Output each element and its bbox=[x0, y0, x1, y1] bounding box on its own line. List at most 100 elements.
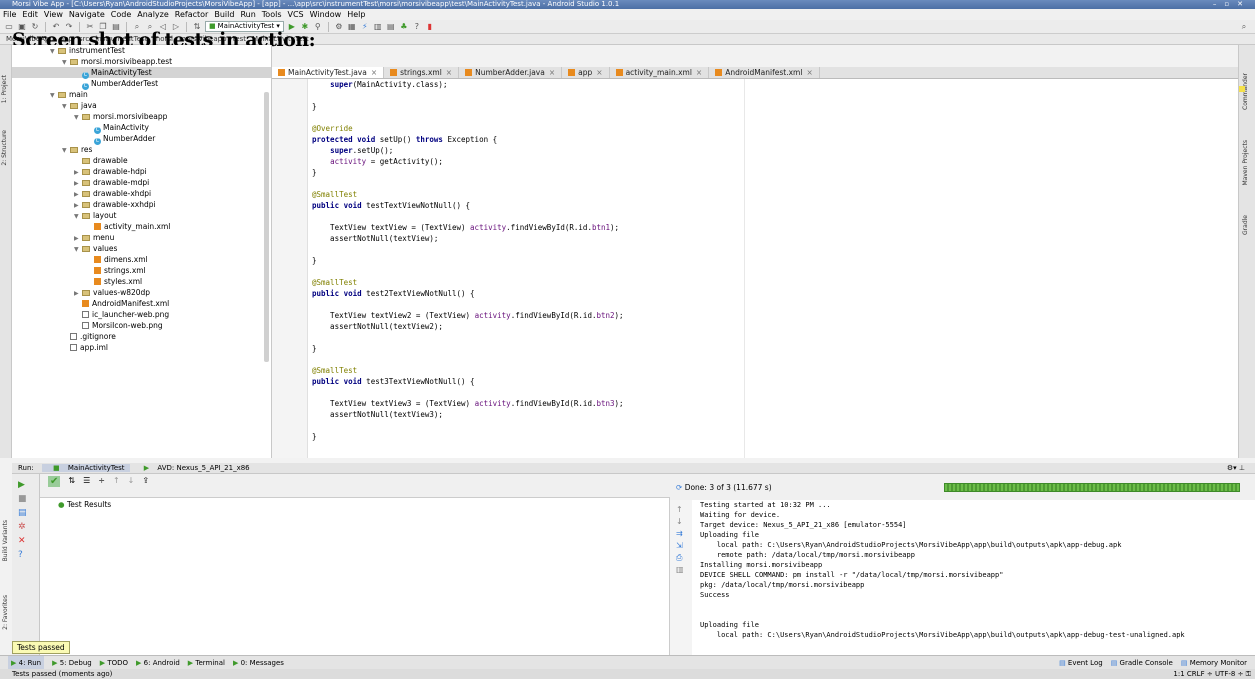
window-controls[interactable]: –▫✕ bbox=[1213, 0, 1251, 9]
tree-item[interactable]: AndroidManifest.xml bbox=[12, 298, 271, 309]
down-arrow-icon[interactable]: ↓ bbox=[676, 516, 686, 528]
tree-item[interactable]: ▼ java bbox=[12, 100, 271, 111]
expand-all-icon[interactable]: ☰ bbox=[83, 476, 90, 485]
tree-item[interactable]: C MainActivity bbox=[12, 122, 271, 134]
tree-item[interactable]: ▼ layout bbox=[12, 210, 271, 221]
tree-item[interactable]: ▶ menu bbox=[12, 232, 271, 243]
tree-item[interactable]: app.iml bbox=[12, 342, 271, 353]
tree-item[interactable]: ▶ values-w820dp bbox=[12, 287, 271, 298]
test-results-root[interactable]: ● Test Results bbox=[40, 498, 669, 512]
sdk-manager-icon[interactable]: ▦ bbox=[347, 22, 357, 32]
tree-item[interactable]: ▼ instrumentTest bbox=[12, 45, 271, 56]
menu-item-vcs[interactable]: VCS bbox=[288, 10, 304, 19]
layout-icon[interactable]: ▤ bbox=[18, 506, 33, 520]
close-tab-icon[interactable]: × bbox=[549, 68, 555, 77]
tree-item[interactable]: dimens.xml bbox=[12, 254, 271, 265]
rerun-icon[interactable]: ▶ bbox=[18, 478, 33, 492]
tree-item[interactable]: ▶ drawable-xhdpi bbox=[12, 188, 271, 199]
menu-item-edit[interactable]: Edit bbox=[22, 10, 38, 19]
bottom-tool-button[interactable]: ▶ Terminal bbox=[188, 656, 225, 670]
bottom-tool-button[interactable]: ▶ 6: Android bbox=[136, 656, 180, 670]
close-tab-icon[interactable]: × bbox=[806, 68, 812, 77]
editor-tab[interactable]: MainActivityTest.java × bbox=[272, 67, 385, 78]
project-structure-icon[interactable]: ⚙ bbox=[334, 22, 344, 32]
editor-tab[interactable]: app × bbox=[562, 67, 610, 78]
build-variants-tool-tab[interactable]: Build Variants bbox=[2, 520, 9, 561]
bottom-tool-button[interactable]: ▶ 0: Messages bbox=[233, 656, 284, 670]
gradle-tool-tab[interactable]: Gradle bbox=[1242, 215, 1249, 235]
bottom-tool-button[interactable]: ▶ 4: Run bbox=[8, 656, 45, 670]
project-tool-tab[interactable]: 1: Project bbox=[1, 75, 8, 103]
bottom-tool-button[interactable]: ▶ TODO bbox=[100, 656, 128, 670]
tree-item[interactable]: ▼ morsi.morsivibeapp.test bbox=[12, 56, 271, 67]
project-scrollbar[interactable] bbox=[264, 92, 269, 362]
bottom-right-button[interactable]: ▤ Event Log bbox=[1059, 656, 1103, 670]
tree-item[interactable]: activity_main.xml bbox=[12, 221, 271, 232]
tree-item[interactable]: drawable bbox=[12, 155, 271, 166]
tree-item[interactable]: styles.xml bbox=[12, 276, 271, 287]
tree-item[interactable]: ▶ drawable-hdpi bbox=[12, 166, 271, 177]
file-encoding[interactable]: UTF-8 bbox=[1215, 670, 1235, 678]
editor-tab[interactable]: activity_main.xml × bbox=[610, 67, 710, 78]
up-icon[interactable]: ↑ bbox=[113, 476, 120, 485]
menu-item-navigate[interactable]: Navigate bbox=[69, 10, 105, 19]
help-icon[interactable]: ? bbox=[412, 22, 422, 32]
menu-item-run[interactable]: Run bbox=[240, 10, 255, 19]
editor-tab[interactable]: strings.xml × bbox=[384, 67, 460, 78]
bottom-right-button[interactable]: ▤ Memory Monitor bbox=[1181, 656, 1247, 670]
soft-wrap-icon[interactable]: ⇉ bbox=[676, 528, 686, 540]
structure-tool-tab[interactable]: 2: Structure bbox=[1, 130, 8, 166]
menu-item-build[interactable]: Build bbox=[214, 10, 234, 19]
close-tab-icon[interactable]: × bbox=[596, 68, 602, 77]
close-tab-icon[interactable]: × bbox=[446, 68, 452, 77]
bottom-right-button[interactable]: ▤ Gradle Console bbox=[1111, 656, 1173, 670]
print-icon[interactable]: ⎙ bbox=[676, 552, 686, 564]
caret-position[interactable]: 1:1 bbox=[1173, 670, 1184, 678]
editor-tab[interactable]: NumberAdder.java × bbox=[459, 67, 563, 78]
tree-item[interactable]: ▶ drawable-xxhdpi bbox=[12, 199, 271, 210]
search-icon[interactable]: ⌕ bbox=[1239, 22, 1249, 32]
menu-item-view[interactable]: View bbox=[44, 10, 63, 19]
collapse-all-icon[interactable]: ÷ bbox=[98, 476, 105, 485]
favorites-tool-tab[interactable]: 2: Favorites bbox=[2, 595, 9, 630]
down-icon[interactable]: ↓ bbox=[128, 476, 135, 485]
android-icon[interactable]: ♣ bbox=[399, 22, 409, 32]
monitor-icon[interactable]: ▤ bbox=[386, 22, 396, 32]
avd-manager-icon[interactable]: ⚡ bbox=[360, 22, 370, 32]
run-tab-avd[interactable]: ▶ AVD: Nexus_5_API_21_x86 bbox=[138, 464, 250, 472]
settings-icon[interactable]: ⚙▾ ⊥ bbox=[1227, 463, 1245, 474]
menu-item-help[interactable]: Help bbox=[347, 10, 365, 19]
maven-tool-tab[interactable]: Maven Projects bbox=[1242, 140, 1249, 185]
editor-gutter[interactable] bbox=[272, 79, 308, 458]
lock-icon[interactable]: ⚿ bbox=[1246, 670, 1251, 678]
tree-item[interactable]: .gitignore bbox=[12, 331, 271, 342]
run-tab-test[interactable]: ■ MainActivityTest bbox=[42, 464, 130, 472]
tree-item[interactable]: strings.xml bbox=[12, 265, 271, 276]
menu-item-analyze[interactable]: Analyze bbox=[137, 10, 169, 19]
close-tab-icon[interactable]: × bbox=[696, 68, 702, 77]
close-tab-icon[interactable]: × bbox=[371, 68, 377, 77]
menu-item-refactor[interactable]: Refactor bbox=[175, 10, 209, 19]
scroll-end-icon[interactable]: ⇲ bbox=[676, 540, 686, 552]
sort-icon[interactable]: ⇅ bbox=[68, 476, 75, 485]
close-icon[interactable]: ✕ bbox=[18, 534, 33, 548]
menu-item-window[interactable]: Window bbox=[310, 10, 342, 19]
warning-marker[interactable] bbox=[1239, 86, 1245, 92]
trash-icon[interactable]: ▥ bbox=[676, 564, 686, 576]
tree-item[interactable]: ic_launcher-web.png bbox=[12, 309, 271, 320]
tree-item[interactable]: ▼ main bbox=[12, 89, 271, 100]
export-icon[interactable]: ⇪ bbox=[142, 476, 149, 485]
line-separator[interactable]: CRLF bbox=[1187, 670, 1205, 678]
tree-item[interactable]: ▶ drawable-mdpi bbox=[12, 177, 271, 188]
menu-item-tools[interactable]: Tools bbox=[262, 10, 282, 19]
up-arrow-icon[interactable]: ↑ bbox=[676, 504, 686, 516]
pin-icon[interactable]: ✲ bbox=[18, 520, 33, 534]
tree-item[interactable]: C MainActivityTest bbox=[12, 67, 271, 79]
tree-item[interactable]: ▼ res bbox=[12, 144, 271, 155]
tree-item[interactable]: ▼ values bbox=[12, 243, 271, 254]
menu-item-code[interactable]: Code bbox=[111, 10, 131, 19]
stop-icon[interactable]: ■ bbox=[18, 492, 33, 506]
help-icon[interactable]: ? bbox=[18, 548, 33, 562]
tree-item[interactable]: MorsiIcon-web.png bbox=[12, 320, 271, 331]
tree-item[interactable]: ▼ morsi.morsivibeapp bbox=[12, 111, 271, 122]
